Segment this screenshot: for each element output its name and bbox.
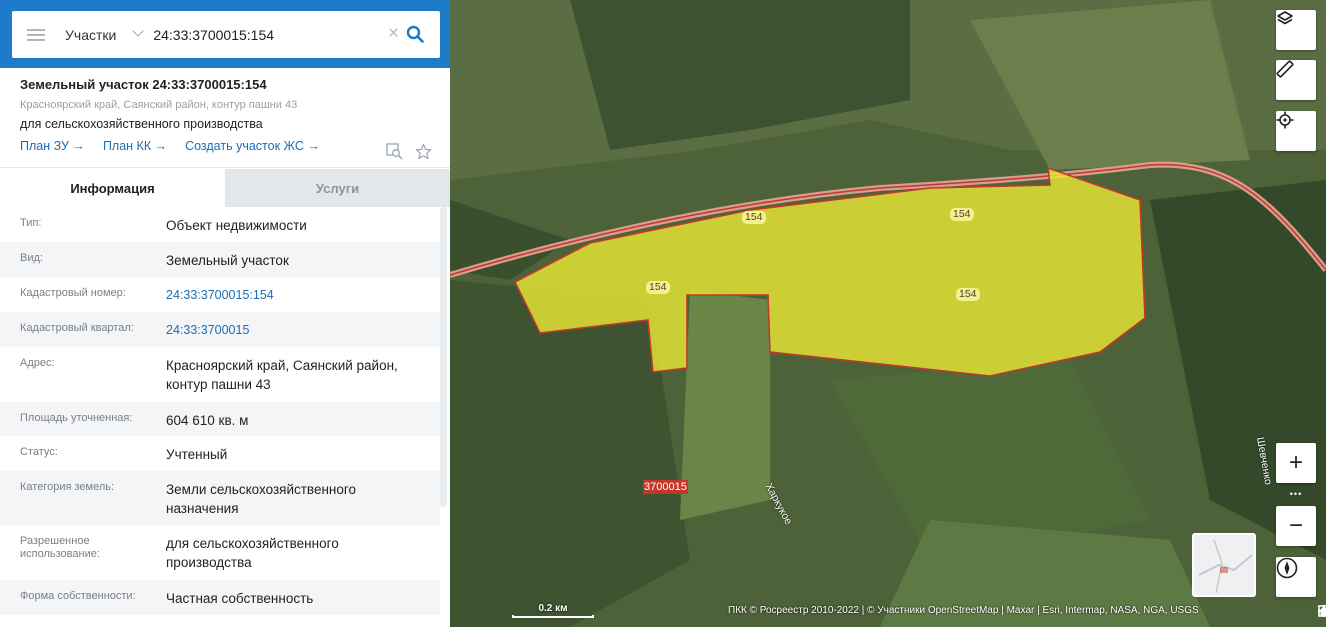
layers-button[interactable]: [1276, 10, 1316, 50]
info-row-area: Площадь уточненная: 604 610 кв. м: [0, 402, 440, 436]
info-row-cadastral-number: Кадастровый номер: 24:33:3700015:154: [0, 277, 440, 312]
object-address: Красноярский край, Саянский район, конту…: [20, 99, 298, 111]
scrollbar[interactable]: [440, 207, 447, 507]
map-attribution: ПКК © Росреестр 2010-2022 | © Участники …: [728, 605, 1199, 616]
compass-button[interactable]: [1276, 557, 1316, 597]
parcel-label: 154: [646, 281, 670, 294]
measure-button[interactable]: [1276, 60, 1316, 100]
search-box: Участки ×: [12, 11, 440, 58]
info-panel: Участки × Земельный участок 24:33:370001…: [0, 0, 450, 627]
row-label: Кадастровый номер:: [20, 287, 126, 299]
minimap[interactable]: [1192, 533, 1256, 597]
parcel-label: 154: [950, 208, 974, 221]
layers-icon: [1277, 11, 1293, 25]
search-bar: Участки ×: [0, 0, 450, 68]
chevron-down-icon[interactable]: [133, 27, 143, 37]
parcel-label: 154: [956, 288, 980, 301]
row-value: 604 610 кв. м: [166, 413, 249, 428]
row-label: Тип:: [20, 217, 42, 229]
parcel-label: 154: [742, 211, 766, 224]
compass-icon: [1276, 557, 1298, 579]
tab-services[interactable]: Услуги: [225, 169, 450, 207]
search-type-select[interactable]: Участки: [65, 27, 116, 43]
row-value: Красноярский край, Саянский район, конту…: [166, 358, 398, 392]
object-title: Земельный участок 24:33:3700015:154: [20, 77, 267, 92]
map-view[interactable]: 154 154 154 154 3700015 Харкукое Шевченк…: [450, 0, 1326, 627]
info-row-kind: Вид: Земельный участок: [0, 242, 440, 277]
clear-icon[interactable]: ×: [388, 24, 399, 44]
row-value: Частная собственность: [166, 591, 314, 606]
cadastral-quarter-link[interactable]: 24:33:3700015: [166, 312, 440, 347]
plan-kk-link[interactable]: План КК →: [103, 139, 167, 153]
row-label: Кадастровый квартал:: [20, 322, 134, 334]
object-purpose: для сельскохозяйственного производства: [20, 117, 263, 131]
plan-zu-link[interactable]: План ЗУ →: [20, 139, 85, 153]
cadastral-quarter-label: 3700015: [643, 480, 688, 494]
ruler-icon: [1276, 60, 1294, 78]
row-value: Земли сельскохозяйственного назначения: [166, 482, 357, 516]
search-icon[interactable]: [406, 25, 424, 43]
row-label: Статус:: [20, 446, 58, 458]
info-row-type: Тип: Объект недвижимости: [0, 207, 440, 242]
info-row-permitted-use: Разрешенное использование: для сельскохо…: [0, 525, 440, 580]
object-header: Земельный участок 24:33:3700015:154 Крас…: [0, 68, 450, 168]
row-label: Вид:: [20, 252, 43, 264]
row-label: Категория земель:: [20, 481, 115, 493]
info-table: Тип: Объект недвижимости Вид: Земельный …: [0, 207, 440, 615]
object-links: План ЗУ → План КК → Создать участок ЖС →: [20, 139, 430, 153]
row-label: Адрес:: [20, 357, 55, 369]
row-label: Разрешенное использование:: [20, 535, 100, 560]
header-tools: [386, 143, 432, 160]
info-row-land-category: Категория земель: Земли сельскохозяйстве…: [0, 471, 440, 525]
row-value: Учтенный: [166, 447, 228, 462]
zoom-to-object-icon[interactable]: [386, 143, 403, 160]
scale-bar: 0.2 км: [512, 603, 594, 618]
scale-label: 0.2 км: [538, 603, 568, 614]
cadastral-number-link[interactable]: 24:33:3700015:154: [166, 277, 440, 312]
zoom-out-button[interactable]: −: [1276, 506, 1316, 546]
row-value: Земельный участок: [166, 253, 289, 268]
row-label: Площадь уточненная:: [20, 412, 133, 424]
create-parcel-link[interactable]: Создать участок ЖС →: [185, 139, 320, 153]
tabs: Информация Услуги: [0, 169, 450, 207]
info-row-status: Статус: Учтенный: [0, 436, 440, 471]
search-input[interactable]: [153, 26, 354, 43]
info-row-address: Адрес: Красноярский край, Саянский район…: [0, 347, 440, 402]
menu-icon[interactable]: [27, 28, 45, 41]
info-row-cadastral-quarter: Кадастровый квартал: 24:33:3700015: [0, 312, 440, 347]
fullscreen-icon[interactable]: [1318, 605, 1326, 617]
zoom-in-button[interactable]: +: [1276, 443, 1316, 483]
row-value: Объект недвижимости: [166, 218, 307, 233]
info-row-ownership: Форма собственности: Частная собственнос…: [0, 580, 440, 615]
locate-icon: [1276, 111, 1294, 129]
row-label: Форма собственности:: [20, 590, 136, 602]
more-icon[interactable]: •••: [1276, 485, 1316, 503]
locate-button[interactable]: [1276, 111, 1316, 151]
star-icon[interactable]: [415, 143, 432, 160]
tab-information[interactable]: Информация: [0, 169, 225, 207]
row-value: для сельскохозяйственного производства: [166, 536, 339, 570]
